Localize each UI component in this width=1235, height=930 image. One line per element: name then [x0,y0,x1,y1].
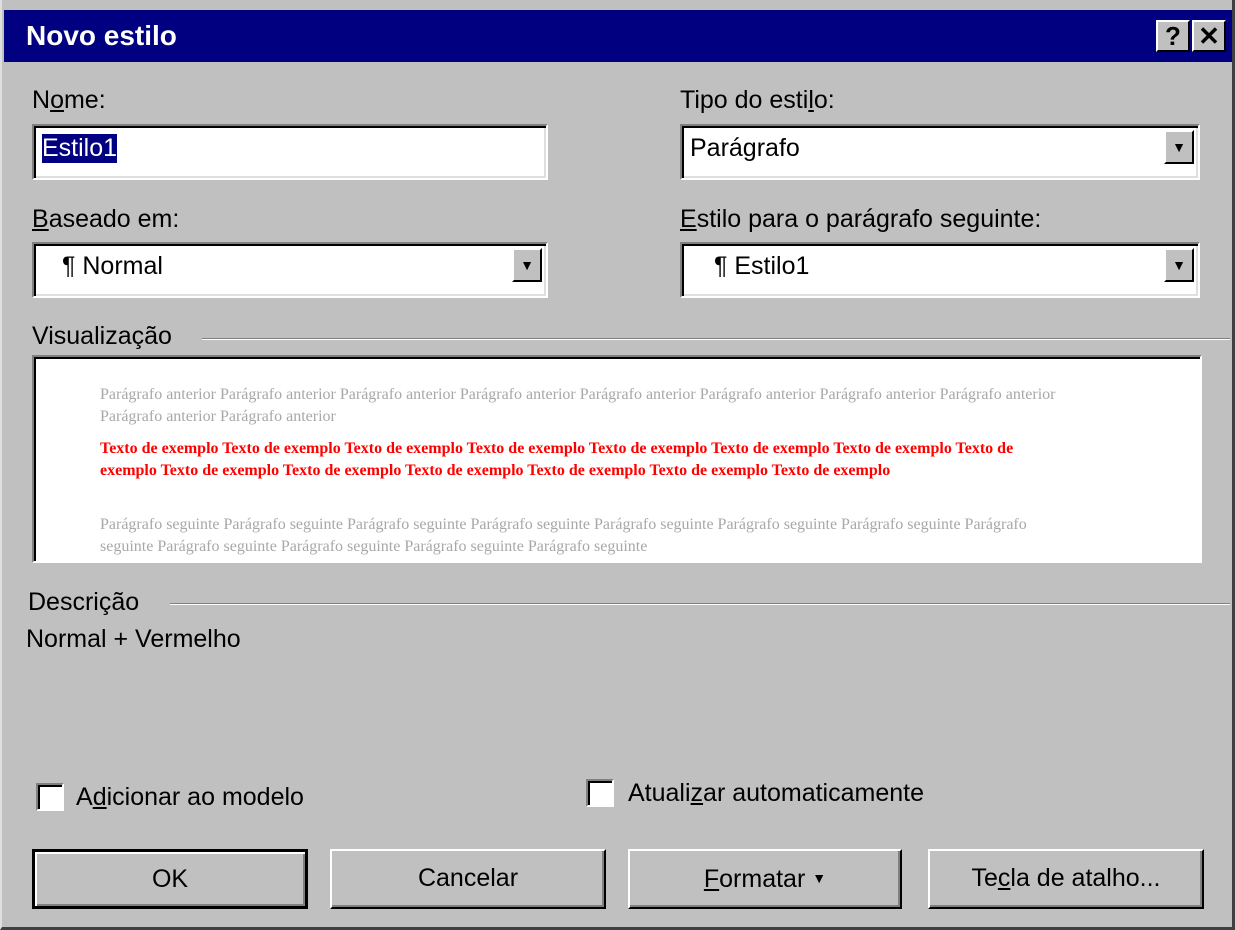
title-bar[interactable]: Novo estilo ? ✕ [4,10,1232,62]
next-style-value: ¶ Estilo1 [714,252,810,280]
auto-update-checkbox[interactable] [586,779,614,807]
style-type-select[interactable]: Parágrafo ▼ [680,124,1200,180]
based-on-dropdown-button[interactable]: ▼ [512,248,542,282]
format-button[interactable]: Formatar ▼ [628,849,902,909]
description-divider [170,603,1230,605]
help-icon: ? [1165,21,1181,51]
auto-update-label[interactable]: Atualizar automaticamente [628,779,924,808]
chevron-down-icon: ▼ [520,257,534,273]
description-value: Normal + Vermelho [26,625,241,653]
preview-sample-text: Texto de exemplo Texto de exemplo Texto … [100,440,1014,479]
close-icon: ✕ [1198,21,1220,51]
preview-previous-paragraph: Parágrafo anterior Parágrafo anterior Pa… [100,386,1056,425]
name-input-value: Estilo1 [42,134,118,163]
chevron-down-icon: ▼ [1172,139,1186,155]
ok-button[interactable]: OK [32,849,308,909]
add-to-template-label[interactable]: Adicionar ao modelo [76,783,304,812]
cancel-button[interactable]: Cancelar [330,849,606,909]
new-style-dialog: Novo estilo ? ✕ Nome: Estilo1 Tipo do es… [0,0,1235,930]
preview-next-paragraph: Parágrafo seguinte Parágrafo seguinte Pa… [100,516,1027,555]
based-on-select[interactable]: ¶ Normal ▼ [32,242,548,298]
chevron-down-icon: ▼ [812,870,827,886]
based-on-value: ¶ Normal [62,252,163,280]
next-style-dropdown-button[interactable]: ▼ [1164,248,1194,282]
help-button[interactable]: ? [1156,20,1190,52]
window-title: Novo estilo [26,20,177,51]
description-label: Descrição [28,588,140,616]
preview-label: Visualização [32,322,172,350]
next-style-label: Estilo para o parágrafo seguinte: [680,205,1042,233]
style-type-value: Parágrafo [690,134,800,162]
next-style-select[interactable]: ¶ Estilo1 ▼ [680,242,1200,298]
close-button[interactable]: ✕ [1192,20,1226,52]
shortcut-key-button[interactable]: Tecla de atalho... [928,849,1204,909]
preview-box: Parágrafo anterior Parágrafo anterior Pa… [32,355,1202,563]
chevron-down-icon: ▼ [1172,257,1186,273]
style-type-dropdown-button[interactable]: ▼ [1164,130,1194,164]
name-label: Nome: [32,86,106,114]
style-type-label: Tipo do estilo: [680,86,835,114]
based-on-label: Baseado em: [32,205,180,233]
name-input[interactable]: Estilo1 [32,124,548,180]
add-to-template-checkbox[interactable] [36,783,64,811]
preview-divider [202,338,1230,340]
